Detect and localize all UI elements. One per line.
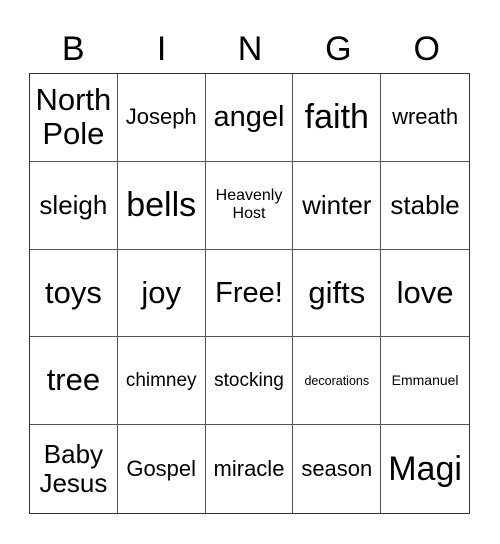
header-letter-n: N: [237, 30, 263, 68]
bingo-cell[interactable]: faith: [293, 74, 382, 162]
bingo-cell[interactable]: wreath: [381, 74, 469, 162]
bingo-cell[interactable]: winter: [293, 161, 382, 250]
bingo-cell[interactable]: Gospel: [118, 425, 206, 513]
bingo-cell[interactable]: season: [293, 425, 382, 513]
bingo-cell[interactable]: toys: [30, 249, 118, 338]
bingo-cell[interactable]: North Pole: [30, 74, 118, 162]
bingo-cell[interactable]: Baby Jesus: [30, 425, 118, 513]
bingo-cell[interactable]: Magi: [381, 425, 469, 513]
header-letter-o: O: [413, 30, 440, 68]
bingo-cell[interactable]: tree: [30, 337, 118, 426]
free-space-cell[interactable]: Free!: [205, 249, 294, 338]
header-letter-g: G: [325, 30, 352, 68]
bingo-board: North Pole Joseph angel faith wreath sle…: [29, 73, 470, 514]
bingo-cell[interactable]: Joseph: [117, 74, 206, 162]
bingo-cell[interactable]: gifts: [293, 249, 382, 338]
bingo-cell[interactable]: miracle: [206, 425, 294, 513]
bingo-cell[interactable]: angel: [205, 74, 294, 162]
bingo-cell[interactable]: Emmanuel: [381, 337, 469, 426]
bingo-cell[interactable]: joy: [117, 249, 206, 338]
bingo-cell[interactable]: stocking: [205, 337, 294, 426]
header-letter-i: I: [156, 30, 167, 68]
bingo-header: B I N G O: [29, 26, 471, 72]
bingo-cell[interactable]: chimney: [117, 337, 206, 426]
bingo-cell[interactable]: Heavenly Host: [205, 161, 294, 250]
bingo-cell[interactable]: stable: [381, 162, 469, 250]
bingo-cell[interactable]: sleigh: [30, 161, 118, 250]
header-letter-b: B: [61, 30, 85, 68]
bingo-cell[interactable]: bells: [117, 161, 206, 250]
bingo-cell[interactable]: love: [381, 250, 469, 338]
bingo-cell[interactable]: decorations: [293, 337, 382, 426]
